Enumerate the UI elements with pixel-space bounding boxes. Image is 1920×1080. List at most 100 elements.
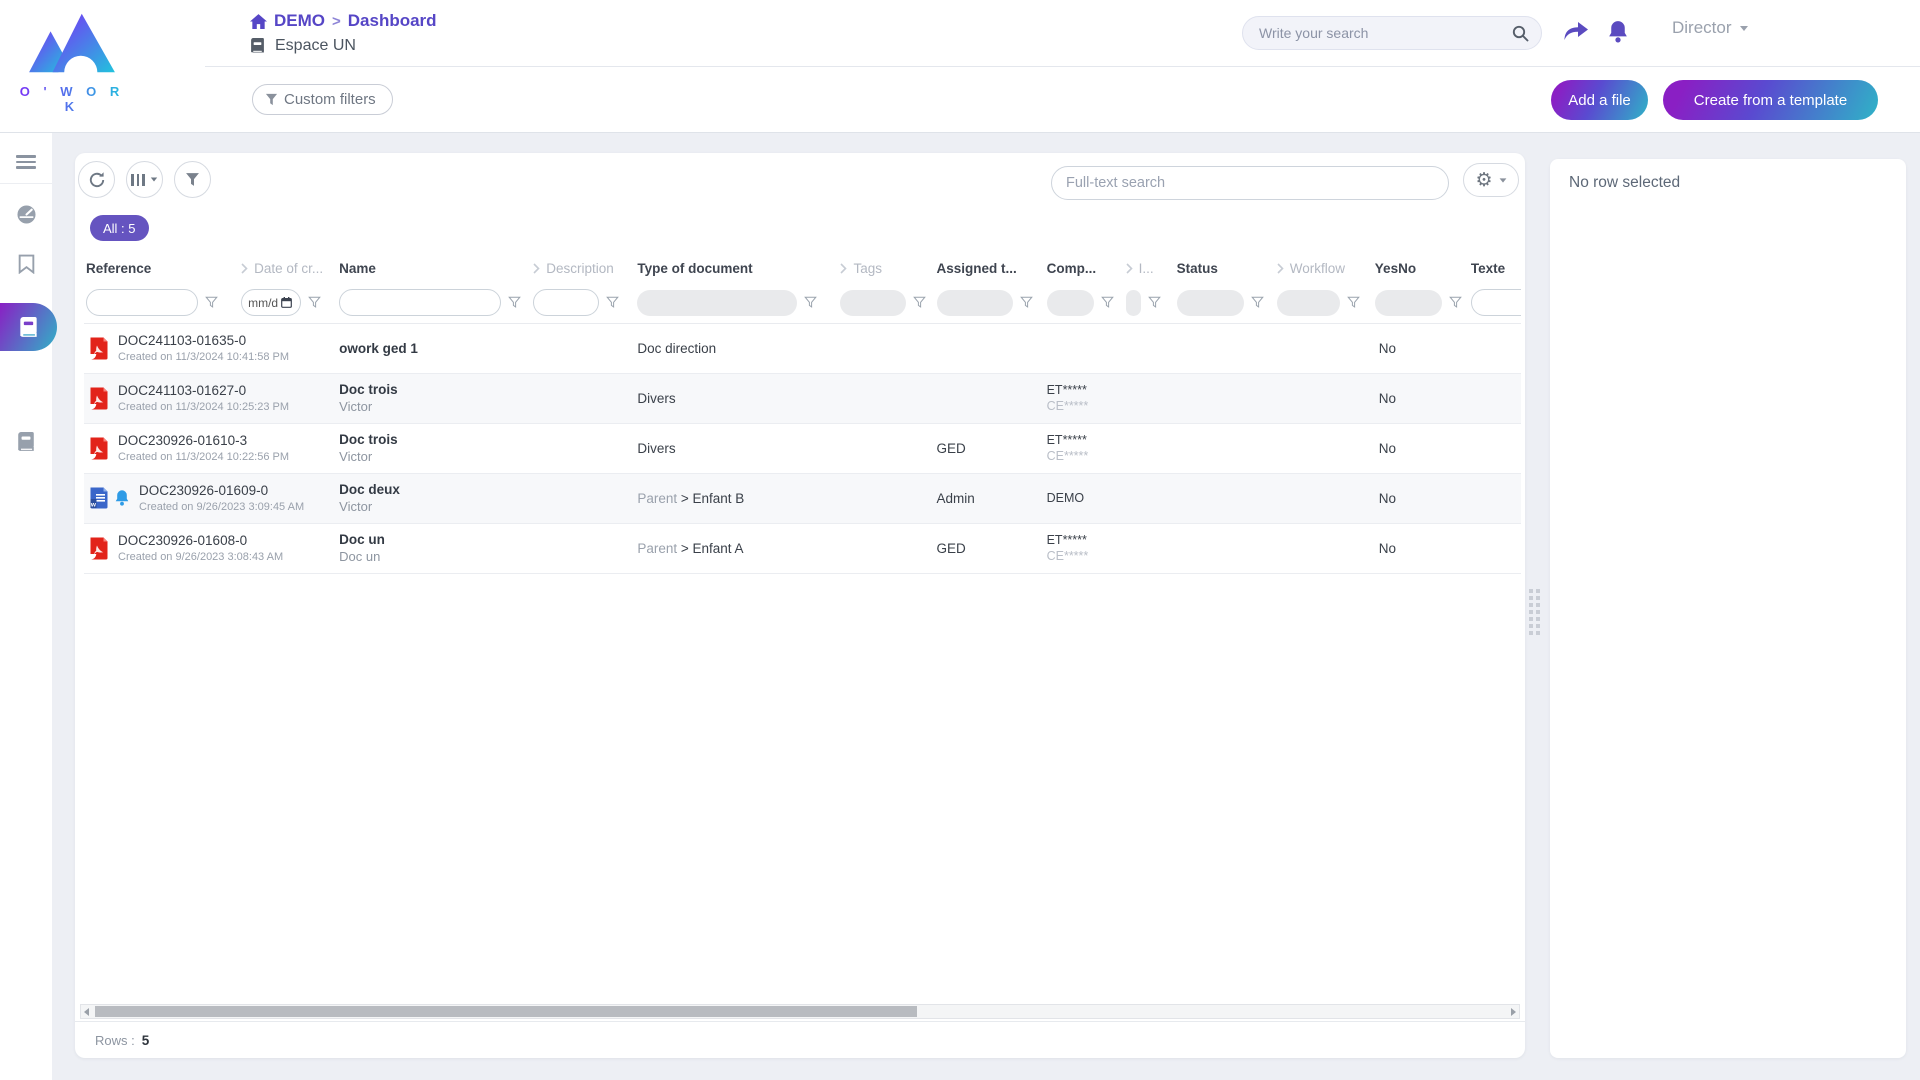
main-content: ⚙ All : 5 ReferenceDate of cr...NameDesc… (0, 132, 1920, 1080)
scroll-left-arrow-icon[interactable] (84, 1008, 89, 1016)
column-header-description[interactable]: Description (531, 253, 635, 283)
date-placeholder: mm/d (248, 296, 278, 310)
column-filter-funnel-icon[interactable] (1449, 296, 1462, 309)
sidebar-item-bookmarks[interactable] (0, 246, 52, 282)
column-header-type-of-document[interactable]: Type of document (635, 253, 838, 283)
breadcrumb-separator: > (332, 13, 341, 30)
detail-panel: No row selected (1550, 159, 1906, 1058)
filter-button[interactable] (174, 161, 211, 198)
document-created-date: Created on 11/3/2024 10:22:56 PM (118, 451, 289, 463)
calendar-icon (281, 297, 292, 308)
cell-name: Doc troisVictor (337, 373, 635, 423)
filter-input-description[interactable] (533, 289, 599, 316)
column-filter-funnel-icon[interactable] (1101, 296, 1114, 309)
company-main: ET***** (1047, 533, 1175, 547)
table-settings-button[interactable]: ⚙ (1463, 163, 1519, 197)
column-filter-funnel-icon[interactable] (1148, 296, 1161, 309)
app-logo[interactable]: O ' W O R K (16, 6, 128, 114)
horizontal-scrollbar[interactable] (80, 1004, 1520, 1019)
cell-reference: DOC241103-01627-0Created on 11/3/2024 10… (84, 373, 337, 423)
fulltext-search-input[interactable] (1052, 175, 1448, 191)
column-filter-funnel-icon[interactable] (804, 296, 817, 309)
filter-input-reference[interactable] (86, 289, 198, 316)
column-header-i[interactable]: I... (1124, 253, 1175, 283)
column-filter-funnel-icon[interactable] (913, 296, 926, 309)
custom-filters-button[interactable]: Custom filters (252, 84, 393, 115)
sidebar-item-documents-active[interactable] (0, 303, 57, 351)
type-name: > Enfant B (681, 491, 744, 506)
type-name: Divers (637, 441, 675, 456)
global-search (1242, 16, 1542, 50)
pdf-file-icon (89, 536, 109, 561)
global-search-input[interactable] (1243, 25, 1512, 41)
panel-resize-handle[interactable] (1529, 589, 1540, 635)
bookmark-icon (18, 254, 35, 274)
table-header-row: ReferenceDate of cr...NameDescriptionTyp… (84, 253, 1521, 283)
column-filter-funnel-icon[interactable] (1251, 296, 1264, 309)
column-header-tags[interactable]: Tags (838, 253, 934, 283)
column-filter-funnel-icon[interactable] (1020, 296, 1033, 309)
table-row[interactable]: DOC241103-01635-0Created on 11/3/2024 10… (84, 323, 1521, 373)
create-from-template-button[interactable]: Create from a template (1663, 80, 1878, 120)
filter-cell-name (337, 283, 531, 323)
column-header-yesno[interactable]: YesNo (1373, 253, 1469, 283)
type-name: > Enfant A (681, 541, 744, 556)
table-row[interactable]: DOC230926-01608-0Created on 9/26/2023 3:… (84, 523, 1521, 573)
filter-cell-type-of-document (635, 283, 838, 323)
column-header-comp[interactable]: Comp... (1045, 253, 1124, 283)
table-row[interactable]: DOC241103-01627-0Created on 11/3/2024 10… (84, 373, 1521, 423)
document-name: owork ged 1 (339, 341, 635, 356)
column-filter-funnel-icon[interactable] (1347, 296, 1360, 309)
column-filter-funnel-icon[interactable] (606, 296, 619, 309)
cell-yesno: No (1373, 373, 1469, 423)
refresh-button[interactable] (78, 161, 115, 198)
cell-status (1175, 523, 1275, 573)
search-icon[interactable] (1512, 25, 1529, 42)
notification-bell-icon (114, 489, 130, 507)
filter-date-input-date-of-cr[interactable]: mm/d (241, 289, 301, 316)
workspace-book-icon (250, 38, 265, 54)
cell-yesno: No (1373, 523, 1469, 573)
filter-input-texte[interactable] (1471, 289, 1521, 316)
filter-cell-yesno (1373, 283, 1469, 323)
column-header-workflow[interactable]: Workflow (1275, 253, 1373, 283)
breadcrumb-root[interactable]: DEMO (274, 11, 325, 31)
type-name: Divers (637, 391, 675, 406)
sidebar-item-archive[interactable] (0, 424, 52, 460)
column-header-status[interactable]: Status (1175, 253, 1275, 283)
user-role-menu[interactable]: Director (1672, 18, 1748, 38)
table-row[interactable]: DOC230926-01610-3Created on 11/3/2024 10… (84, 423, 1521, 473)
company-main: ET***** (1047, 433, 1175, 447)
home-icon[interactable] (250, 14, 267, 29)
notifications-bell-icon[interactable] (1600, 15, 1636, 49)
chevron-right-icon (241, 263, 248, 274)
cell-type-of-document: Divers (635, 373, 934, 423)
table-row[interactable]: wDOC230926-01609-0Created on 9/26/2023 3… (84, 473, 1521, 523)
sidebar-item-dashboard[interactable] (0, 196, 52, 232)
column-header-assigned-t[interactable]: Assigned t... (935, 253, 1045, 283)
scroll-right-arrow-icon[interactable] (1511, 1008, 1516, 1016)
filter-input-name[interactable] (339, 289, 501, 316)
filter-disabled-i (1126, 290, 1141, 316)
share-icon[interactable] (1558, 15, 1594, 49)
cell-status (1175, 323, 1275, 373)
column-header-date-of-cr[interactable]: Date of cr... (239, 253, 337, 283)
columns-icon (131, 174, 158, 186)
sidebar-menu-toggle[interactable] (0, 141, 52, 183)
column-header-reference[interactable]: Reference (84, 253, 239, 283)
cell-assigned-to (935, 373, 1045, 423)
columns-button[interactable] (126, 161, 163, 198)
column-filter-funnel-icon[interactable] (508, 296, 521, 309)
chevron-down-icon (1740, 26, 1748, 31)
column-filter-funnel-icon[interactable] (205, 296, 218, 309)
document-reference: DOC230926-01609-0 (139, 483, 304, 498)
breadcrumb-current[interactable]: Dashboard (348, 11, 437, 31)
scrollbar-thumb[interactable] (95, 1006, 917, 1017)
column-header-texte[interactable]: Texte (1469, 253, 1521, 283)
column-filter-funnel-icon[interactable] (308, 296, 321, 309)
filter-badge-all[interactable]: All : 5 (90, 215, 149, 241)
column-header-name[interactable]: Name (337, 253, 531, 283)
logo-wordmark: O ' W O R K (16, 84, 128, 114)
cell-status (1175, 473, 1275, 523)
add-file-button[interactable]: Add a file (1551, 80, 1648, 120)
